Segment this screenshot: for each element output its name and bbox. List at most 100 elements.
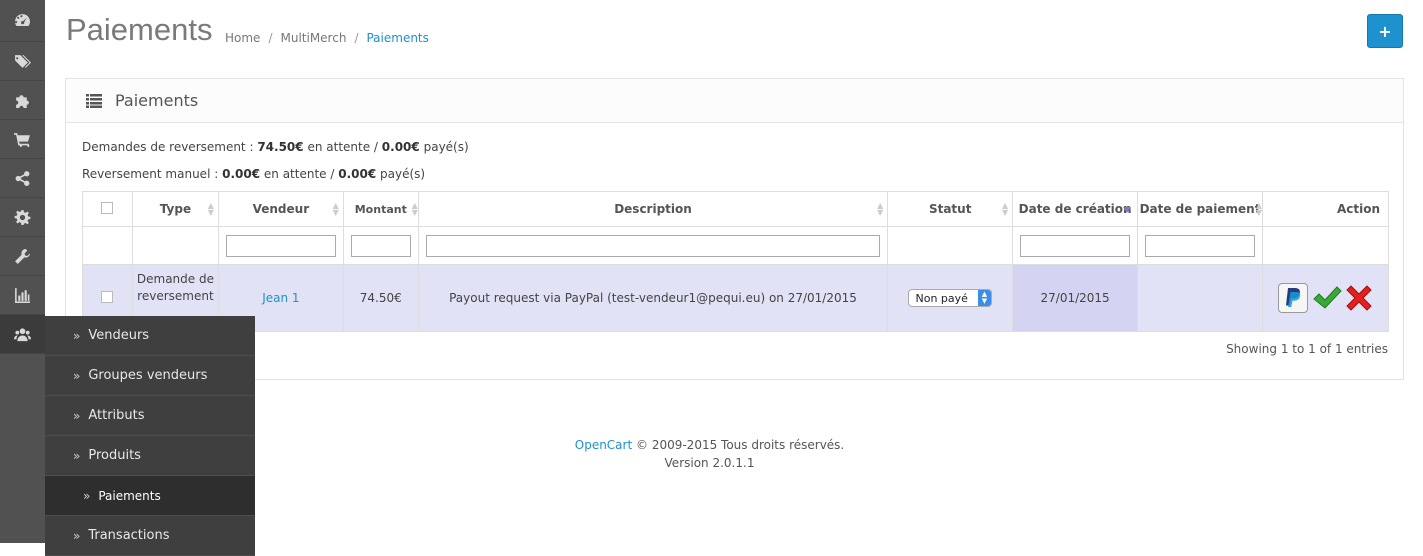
gear-icon[interactable]	[0, 198, 45, 237]
chevron-right-icon: »	[73, 368, 80, 383]
manual-paid: 0.00€	[338, 167, 377, 181]
breadcrumb: Home / MultiMerch / Paiements	[225, 31, 429, 45]
breadcrumb-separator: /	[268, 31, 273, 45]
payments-table: Type ▲ ▼ Vendeur ▲ ▼ Montant ▲ ▼ Description ▲ ▼…	[82, 191, 1390, 332]
filter-cell	[1261, 226, 1390, 265]
column-label: Statut	[928, 202, 972, 216]
tags-icon[interactable]	[0, 42, 45, 81]
paid-date-filter-input[interactable]	[1145, 234, 1255, 257]
sort-desc-icon	[1123, 207, 1132, 213]
select-arrows-icon: ▲ ▼	[977, 290, 991, 306]
users-icon[interactable]	[0, 315, 45, 354]
status-cell: Non payé ▲ ▼	[887, 264, 1014, 332]
requests-paid-suffix: payé(s)	[423, 140, 469, 154]
puzzle-icon[interactable]	[0, 81, 45, 120]
requests-summary: Demandes de reversement : 74.50€ en atte…	[82, 140, 469, 154]
column-header-created[interactable]: Date de création	[1012, 191, 1139, 227]
cart-icon[interactable]	[0, 120, 45, 159]
column-label: Date de paiement	[1139, 202, 1261, 216]
submenu-item-paiements[interactable]: » Paiements	[45, 476, 255, 516]
chevron-right-icon: »	[73, 528, 80, 543]
panel-heading: Paiements	[66, 79, 1403, 123]
vendor-link[interactable]: Jean 1	[262, 291, 299, 305]
column-header-status[interactable]: Statut ▲ ▼	[887, 191, 1014, 227]
filter-cell	[887, 226, 1014, 265]
add-button[interactable]: +	[1367, 14, 1403, 48]
breadcrumb-current[interactable]: Paiements	[366, 31, 428, 45]
requests-paid: 0.00€	[381, 140, 420, 154]
select-all-header	[82, 191, 133, 227]
sort-icon: ▲ ▼	[1255, 201, 1262, 217]
submenu-label: Transactions	[88, 528, 170, 543]
filter-cell	[1012, 226, 1139, 265]
paid-date-cell	[1137, 264, 1263, 332]
submenu-item-attributs[interactable]: » Attributs	[45, 396, 255, 436]
share-icon[interactable]	[0, 159, 45, 198]
requests-label: Demandes de reversement :	[82, 140, 254, 154]
created-date-filter-input[interactable]	[1020, 234, 1131, 257]
action-cell	[1261, 264, 1390, 332]
footer-version: Version 2.0.1.1	[664, 456, 755, 470]
description-filter-input[interactable]	[425, 234, 881, 257]
filter-row	[82, 226, 1390, 265]
vendors-submenu: » Vendeurs » Groupes vendeurs » Attributs »…	[45, 316, 255, 556]
list-icon	[86, 93, 102, 108]
column-header-description[interactable]: Description ▲ ▼	[417, 191, 889, 227]
column-header-paid[interactable]: Date de paiement ▲ ▼	[1137, 191, 1263, 227]
amount-filter-input[interactable]	[350, 234, 411, 257]
submenu-label: Groupes vendeurs	[88, 368, 208, 383]
delete-x-icon[interactable]	[1346, 285, 1373, 311]
column-label: Description	[614, 202, 692, 216]
chevron-right-icon: »	[83, 488, 90, 503]
column-header-action: Action	[1261, 191, 1390, 227]
filter-cell	[217, 226, 344, 265]
paypal-icon[interactable]	[1278, 283, 1309, 313]
pagination-info: Showing 1 to 1 of 1 entries	[1226, 342, 1388, 356]
chart-icon[interactable]	[0, 276, 45, 315]
filter-cell	[417, 226, 889, 265]
sort-icon: ▲ ▼	[1002, 201, 1009, 217]
breadcrumb-multimerch[interactable]: MultiMerch	[280, 31, 346, 45]
submenu-label: Attributs	[88, 408, 145, 423]
submenu-item-groupes-vendeurs[interactable]: » Groupes vendeurs	[45, 356, 255, 396]
row-actions	[1263, 283, 1388, 313]
copyright-text: © 2009-2015 Tous droits réservés.	[636, 438, 845, 452]
manual-label: Reversement manuel :	[82, 167, 219, 181]
amount-cell: 74.50€	[342, 264, 419, 332]
row-checkbox[interactable]	[101, 290, 114, 303]
sort-icon: ▲ ▼	[332, 201, 339, 217]
page-title: Paiements	[66, 12, 213, 47]
payments-panel: Paiements Demandes de reversement : 74.5…	[65, 78, 1404, 380]
dashboard-icon[interactable]	[0, 0, 45, 42]
panel-title: Paiements	[115, 91, 199, 110]
column-header-type[interactable]: Type ▲ ▼	[131, 191, 219, 227]
column-label: Vendeur	[252, 202, 310, 216]
column-header-vendor[interactable]: Vendeur ▲ ▼	[217, 191, 344, 227]
sort-icon: ▲ ▼	[207, 201, 214, 217]
wrench-icon[interactable]	[0, 237, 45, 276]
select-all-checkbox[interactable]	[101, 201, 114, 214]
submenu-label: Vendeurs	[88, 328, 150, 343]
submenu-item-transactions[interactable]: » Transactions	[45, 516, 255, 556]
column-label: Type	[159, 202, 192, 216]
manual-summary: Reversement manuel : 0.00€ en attente / …	[82, 167, 425, 181]
requests-pending-suffix: en attente /	[307, 140, 378, 154]
approve-check-icon[interactable]	[1312, 285, 1343, 311]
sort-icon: ▲ ▼	[877, 201, 884, 217]
submenu-item-vendeurs[interactable]: » Vendeurs	[45, 316, 255, 356]
breadcrumb-home[interactable]: Home	[225, 31, 260, 45]
sort-icon: ▲ ▼	[411, 201, 418, 217]
table-row: Demande de reversement Jean 1 74.50€ Pay…	[82, 264, 1390, 332]
requests-pending: 74.50€	[257, 140, 304, 154]
breadcrumb-separator: /	[354, 31, 359, 45]
column-label: Montant	[354, 202, 407, 216]
opencart-link[interactable]: OpenCart	[575, 438, 632, 452]
filter-cell	[82, 226, 133, 265]
status-select[interactable]: Non payé ▲ ▼	[908, 289, 992, 307]
column-header-amount[interactable]: Montant ▲ ▼	[342, 191, 419, 227]
filter-cell	[342, 226, 419, 265]
footer-copyright: OpenCart © 2009-2015 Tous droits réservé…	[0, 438, 1419, 452]
created-date-cell: 27/01/2015	[1012, 264, 1139, 332]
vendor-filter-input[interactable]	[225, 234, 336, 257]
chevron-right-icon: »	[73, 408, 80, 423]
